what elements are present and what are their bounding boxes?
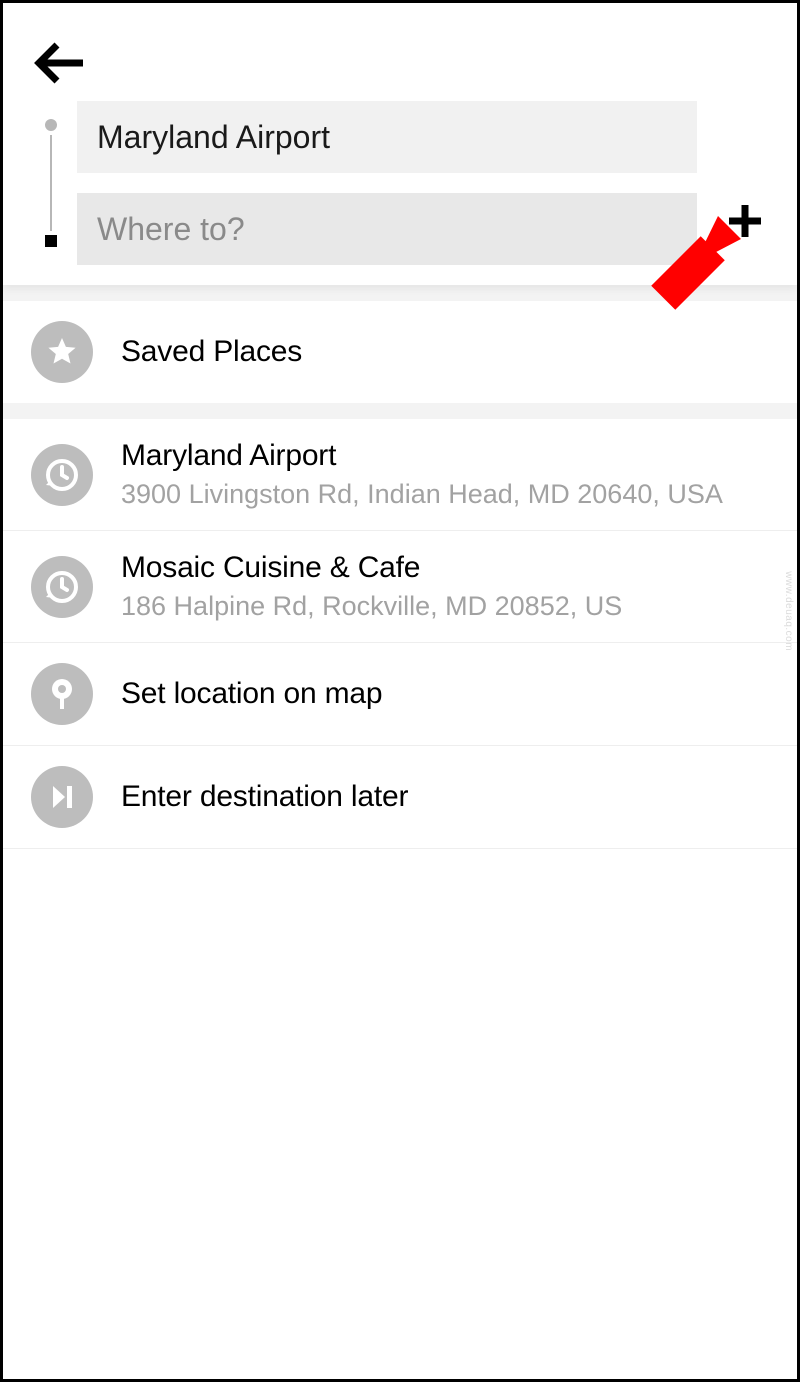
route-indicator [39, 101, 63, 265]
history-icon [31, 444, 93, 506]
star-icon [31, 321, 93, 383]
destination-square-icon [45, 235, 57, 247]
origin-dot-icon [45, 119, 57, 131]
location-result-row[interactable]: Maryland Airport 3900 Livingston Rd, Ind… [3, 419, 797, 531]
add-stop-button[interactable] [719, 195, 771, 247]
destination-input[interactable] [77, 193, 697, 265]
plus-icon [726, 202, 764, 240]
saved-places-row[interactable]: Saved Places [3, 301, 797, 403]
enter-later-label: Enter destination later [121, 780, 769, 814]
back-button[interactable] [33, 33, 93, 93]
saved-places-section: Saved Places [3, 301, 797, 403]
route-line-icon [50, 135, 52, 231]
fields-container [77, 101, 697, 265]
route-inputs [33, 101, 767, 265]
skip-icon [31, 766, 93, 828]
result-title: Maryland Airport [121, 439, 769, 473]
results-section: Maryland Airport 3900 Livingston Rd, Ind… [3, 419, 797, 849]
result-subtitle: 3900 Livingston Rd, Indian Head, MD 2064… [121, 479, 769, 510]
back-arrow-icon [33, 41, 87, 85]
history-icon [31, 556, 93, 618]
origin-input[interactable] [77, 101, 697, 173]
result-subtitle: 186 Halpine Rd, Rockville, MD 20852, US [121, 591, 769, 622]
saved-places-label: Saved Places [121, 335, 769, 369]
location-result-row[interactable]: Mosaic Cuisine & Cafe 186 Halpine Rd, Ro… [3, 531, 797, 643]
pin-icon [31, 663, 93, 725]
set-location-on-map-row[interactable]: Set location on map [3, 643, 797, 746]
enter-destination-later-row[interactable]: Enter destination later [3, 746, 797, 849]
section-gap [3, 285, 797, 301]
section-gap [3, 403, 797, 419]
location-input-header [3, 3, 797, 285]
watermark: www.deuaq.com [783, 571, 794, 651]
result-title: Mosaic Cuisine & Cafe [121, 551, 769, 585]
set-on-map-label: Set location on map [121, 677, 769, 711]
